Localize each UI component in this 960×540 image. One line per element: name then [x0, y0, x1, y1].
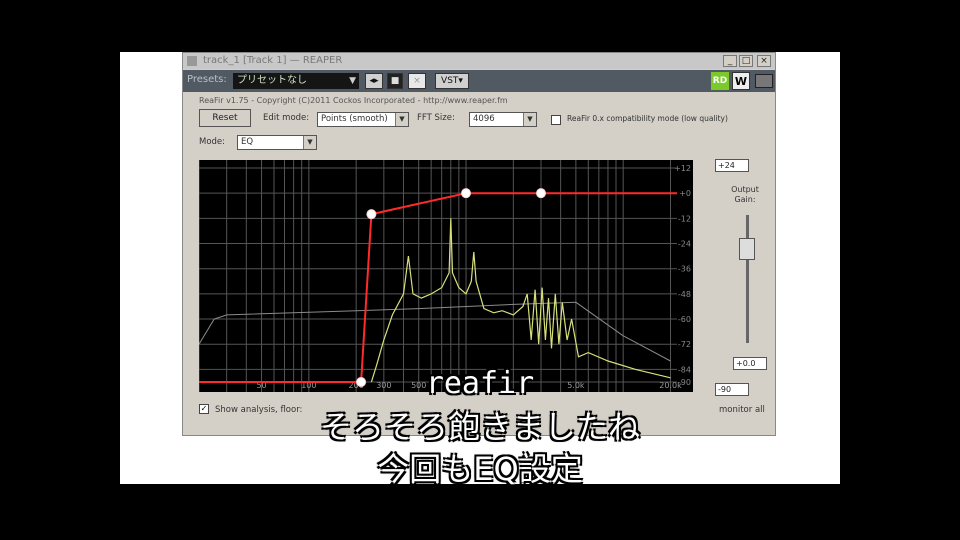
- vst-menu-button[interactable]: VST▾: [435, 73, 469, 89]
- floppy-disk-icon: ■: [390, 76, 400, 86]
- edit-mode-label: Edit mode:: [263, 113, 310, 123]
- window-title: track_1 [Track 1] — REAPER: [203, 55, 343, 66]
- output-gain-fader-track[interactable]: [746, 215, 749, 343]
- range-field[interactable]: +24: [715, 159, 749, 172]
- db-tick-label: -24: [678, 240, 691, 249]
- minimize-button[interactable]: _: [723, 55, 737, 67]
- output-gain-fader-handle[interactable]: [739, 238, 755, 260]
- preset-value: プリセットなし: [237, 75, 307, 86]
- db-tick-label: -36: [678, 265, 691, 274]
- edit-mode-select[interactable]: Points (smooth) ▼: [317, 112, 409, 127]
- eq-graph[interactable]: +12 +0 -12 -24 -36 -48 -60 -72 -84 -90 50 100 200 300…: [199, 160, 693, 392]
- chevron-down-icon: ▼: [349, 76, 356, 86]
- fft-size-value: 4096: [473, 114, 495, 124]
- edit-mode-value: Points (smooth): [321, 114, 388, 124]
- save-preset-button[interactable]: ■: [387, 73, 403, 89]
- db-tick-label: +12: [674, 164, 691, 173]
- db-tick-label: -12: [678, 214, 691, 223]
- left-right-arrows-icon: ◂▸: [369, 76, 379, 86]
- fft-size-select[interactable]: 4096 ▼: [469, 112, 537, 127]
- output-gain-label-line2: Gain:: [734, 195, 756, 204]
- db-tick-label: +0: [679, 189, 691, 198]
- letterbox-bottom: [120, 484, 840, 540]
- eq-point[interactable]: [366, 209, 377, 220]
- presets-label: Presets:: [187, 74, 227, 85]
- preset-dropdown[interactable]: プリセットなし ▼: [233, 73, 359, 89]
- chevron-down-icon: ▼: [395, 113, 408, 126]
- eq-curve: [199, 192, 677, 383]
- rd-button[interactable]: RD: [711, 72, 729, 90]
- letterbox-top: [120, 0, 840, 52]
- eq-point[interactable]: [461, 188, 472, 199]
- delete-preset-button[interactable]: ×: [408, 73, 426, 89]
- reset-button[interactable]: Reset: [199, 109, 251, 127]
- preset-nav-button[interactable]: ◂▸: [365, 73, 383, 89]
- subtitle-line-3: 今回もEQ設定: [377, 450, 583, 488]
- eq-point[interactable]: [536, 188, 547, 199]
- chevron-down-icon: ▼: [303, 136, 316, 149]
- db-tick-label: -48: [678, 290, 691, 299]
- close-icon: ×: [413, 76, 421, 86]
- subtitle-line-1: reafir: [425, 366, 535, 401]
- copyright-text: ReaFir v1.75 - Copyright (C)2011 Cockos …: [199, 96, 508, 105]
- db-tick-label: -60: [678, 315, 691, 324]
- maximize-button[interactable]: □: [739, 55, 753, 67]
- preset-bar: Presets: プリセットなし ▼ ◂▸ ■ × VST▾ RD W: [183, 70, 775, 92]
- output-gain-label-line1: Output: [731, 185, 759, 194]
- compat-mode-checkbox[interactable]: [551, 115, 561, 125]
- mode-value: EQ: [241, 137, 254, 147]
- param-button[interactable]: [755, 74, 773, 88]
- mode-select[interactable]: EQ ▼: [237, 135, 317, 150]
- subtitle-line-2: そろそろ飽きましたね: [319, 408, 640, 446]
- chevron-down-icon: ▼: [523, 113, 536, 126]
- compat-mode-label: ReaFir 0.x compatibility mode (low quali…: [567, 114, 728, 123]
- spectrum-trace: [370, 218, 671, 383]
- window-icon[interactable]: [187, 56, 197, 66]
- close-button[interactable]: ×: [757, 55, 771, 67]
- eq-graph-svg[interactable]: +12+0-12-24-36-48-60-72-84-9050 100 200 300…: [199, 160, 693, 392]
- title-bar[interactable]: track_1 [Track 1] — REAPER _ □ ×: [183, 53, 775, 69]
- wet-button[interactable]: W: [732, 72, 750, 90]
- output-gain-label: Output Gain:: [725, 185, 765, 205]
- fft-size-label: FFT Size:: [417, 113, 455, 123]
- db-tick-label: -72: [678, 340, 691, 349]
- mode-label: Mode:: [199, 137, 226, 147]
- noise-floor-curve: [199, 301, 671, 362]
